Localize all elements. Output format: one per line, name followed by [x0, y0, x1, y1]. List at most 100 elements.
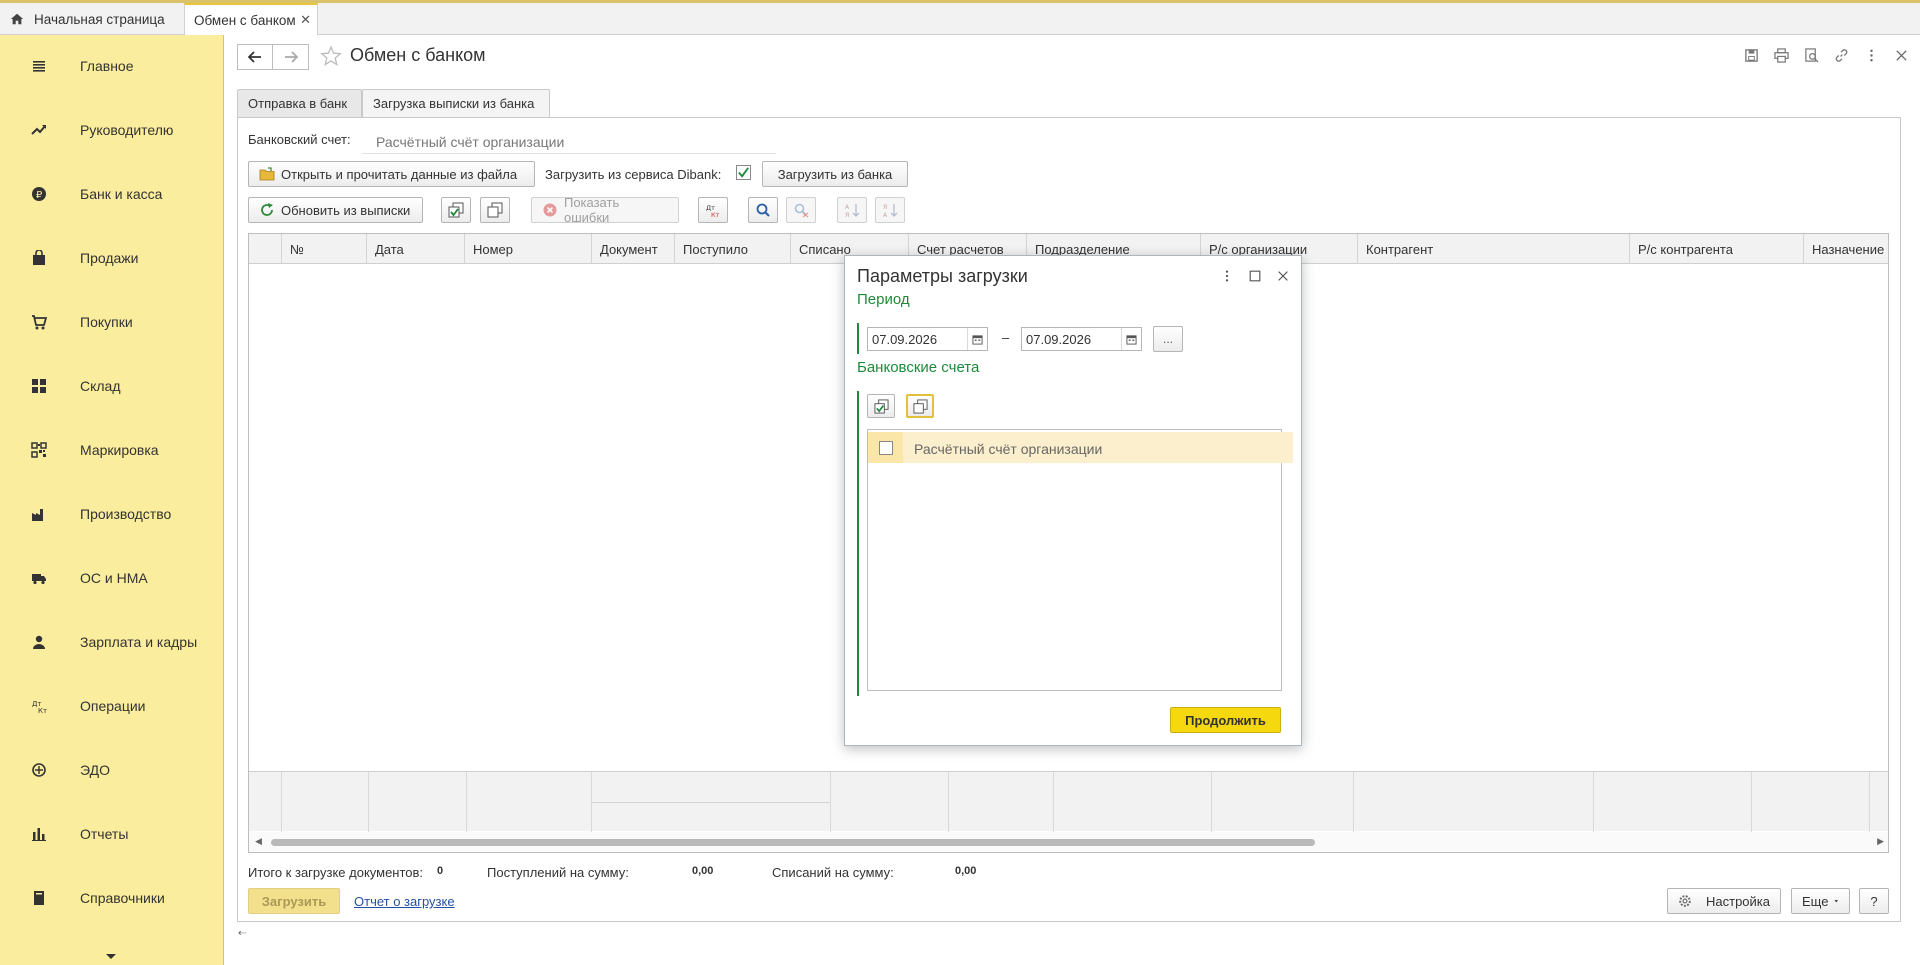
print-icon[interactable] [1772, 46, 1790, 64]
uncheck-all-icon [912, 398, 928, 414]
footer-cell [949, 772, 1054, 832]
calendar-icon[interactable] [1121, 328, 1141, 350]
sort-asc-button[interactable]: АЯ [837, 197, 867, 223]
sidebar-item-main[interactable]: Главное [0, 46, 224, 86]
scrollbar-thumb[interactable] [271, 839, 1315, 846]
bank-account-field[interactable]: Расчётный счёт организации [362, 126, 776, 154]
close-icon[interactable] [1275, 268, 1291, 284]
favorite-star-icon[interactable] [320, 45, 342, 67]
dialog-actions [1219, 268, 1291, 284]
load-params-dialog: Параметры загрузки Период 07.09.2026 – 0… [844, 255, 1302, 746]
more-vertical-icon[interactable] [1219, 268, 1235, 284]
dialog-title: Параметры загрузки [857, 266, 1028, 286]
error-icon [543, 203, 557, 217]
column-header[interactable]: Номер [465, 234, 592, 264]
open-file-button-label: Открыть и прочитать данные из файла [281, 166, 518, 182]
accounts-group-bar [857, 391, 859, 696]
check-all-accounts-button[interactable] [867, 394, 895, 418]
more-button[interactable]: Еще [1791, 888, 1850, 914]
sidebar-item-references[interactable]: Справочники [0, 878, 224, 918]
tab-bank-exchange[interactable]: Обмен с банком ✕ [184, 3, 318, 35]
sidebar-item-marking[interactable]: Маркировка [0, 430, 224, 470]
account-checkbox[interactable] [878, 440, 893, 455]
tab-load-statement[interactable]: Загрузка выписки из банка [362, 89, 550, 117]
back-button[interactable] [237, 44, 273, 70]
home-tab[interactable]: Начальная страница [0, 3, 180, 35]
continue-button[interactable]: Продолжить [1170, 707, 1281, 733]
check-all-icon [873, 398, 889, 414]
list-item[interactable]: Расчётный счёт организации [868, 432, 1293, 463]
sort-desc-button[interactable]: ЯА [875, 197, 905, 223]
open-file-button[interactable]: Открыть и прочитать данные из файла [248, 161, 535, 187]
more-vertical-icon[interactable] [1862, 46, 1880, 64]
search-button[interactable] [748, 197, 778, 223]
preview-icon[interactable] [1802, 46, 1820, 64]
sidebar-item-operations[interactable]: Дт Кт Операции [0, 686, 224, 726]
header-actions [1742, 46, 1910, 64]
sidebar-item-edo[interactable]: ЭДО [0, 750, 224, 790]
check-all-button[interactable] [441, 197, 471, 223]
link-icon[interactable] [1832, 46, 1850, 64]
dibank-checkbox[interactable] [736, 165, 751, 180]
calendar-icon[interactable] [967, 328, 987, 350]
load-button[interactable]: Загрузить [248, 888, 340, 914]
sidebar-item-manager[interactable]: Руководителю [0, 110, 224, 150]
qr-icon [30, 441, 48, 459]
sidebar-item-reports[interactable]: Отчеты [0, 814, 224, 854]
date-to-input[interactable]: 07.09.2026 [1021, 327, 1142, 351]
column-header[interactable]: Назначение п [1804, 234, 1888, 264]
column-header[interactable]: Контрагент [1358, 234, 1630, 264]
column-header[interactable]: Р/с контрагента [1630, 234, 1804, 264]
footer-cell [249, 772, 282, 832]
bank-accounts-list[interactable]: Расчётный счёт организации [867, 429, 1293, 691]
sidebar-item-assets[interactable]: ОС и НМА [0, 558, 224, 598]
sidebar-item-production[interactable]: Производство [0, 494, 224, 534]
help-button[interactable]: ? [1859, 888, 1889, 914]
sidebar-item-bank[interactable]: ₽ Банк и касса [0, 174, 224, 214]
column-header-checkbox[interactable] [249, 234, 282, 264]
load-report-link[interactable]: Отчет о загрузке [354, 894, 455, 909]
uncheck-all-accounts-button[interactable] [906, 394, 934, 418]
column-header[interactable]: Документ [592, 234, 675, 264]
check-all-icon [448, 202, 464, 218]
forward-button[interactable] [273, 44, 309, 70]
maximize-icon[interactable] [1247, 268, 1263, 284]
dtkt-icon: ДтКт [706, 204, 720, 218]
sidebar-item-salary[interactable]: Зарплата и кадры [0, 622, 224, 662]
column-header[interactable]: Дата [367, 234, 465, 264]
date-from-input[interactable]: 07.09.2026 [867, 327, 988, 351]
settings-button[interactable]: Настройка [1667, 888, 1781, 914]
scroll-right-icon[interactable]: ▶ [1877, 836, 1884, 847]
uncheck-all-button[interactable] [480, 197, 510, 223]
more-button-label: Еще [1802, 893, 1829, 909]
column-header[interactable]: № [282, 234, 367, 264]
show-errors-button[interactable]: Показать ошибки [531, 195, 679, 225]
bank-account-label: Банковский счет: [248, 132, 351, 147]
close-tab-icon[interactable]: ✕ [300, 12, 311, 28]
sidebar-item-purchases[interactable]: Покупки [0, 302, 224, 342]
chevron-down-icon[interactable] [104, 951, 118, 961]
load-from-bank-button[interactable]: Загрузить из банка [762, 161, 908, 187]
footer-cell [282, 772, 369, 832]
date-from-value: 07.09.2026 [872, 332, 938, 347]
refresh-from-statement-button[interactable]: Обновить из выписки [248, 197, 423, 223]
checkmark-icon [738, 167, 749, 178]
refresh-icon [261, 203, 273, 216]
income-value: 0,00 [692, 865, 714, 877]
dt-kt-button[interactable]: Дт Кт [698, 197, 728, 223]
sidebar-item-label: ЭДО [80, 762, 110, 778]
cancel-search-button[interactable] [786, 197, 816, 223]
sidebar-item-label: ОС и НМА [80, 570, 148, 586]
sort-desc-icon: ЯА [883, 204, 898, 218]
scroll-left-icon[interactable]: ◀ [255, 836, 262, 847]
save-icon[interactable] [1742, 46, 1760, 64]
column-header[interactable]: Поступило [675, 234, 791, 264]
resize-handle-icon[interactable]: ⇠ [238, 928, 246, 939]
horizontal-scrollbar[interactable]: ◀ ▶ [249, 832, 1888, 852]
tab-send-to-bank[interactable]: Отправка в банк [237, 89, 362, 117]
sidebar-item-warehouse[interactable]: Склад [0, 366, 224, 406]
select-period-button[interactable]: ... [1153, 326, 1183, 352]
close-icon[interactable] [1892, 46, 1910, 64]
sidebar-item-sales[interactable]: Продажи [0, 238, 224, 278]
home-icon [10, 13, 24, 25]
